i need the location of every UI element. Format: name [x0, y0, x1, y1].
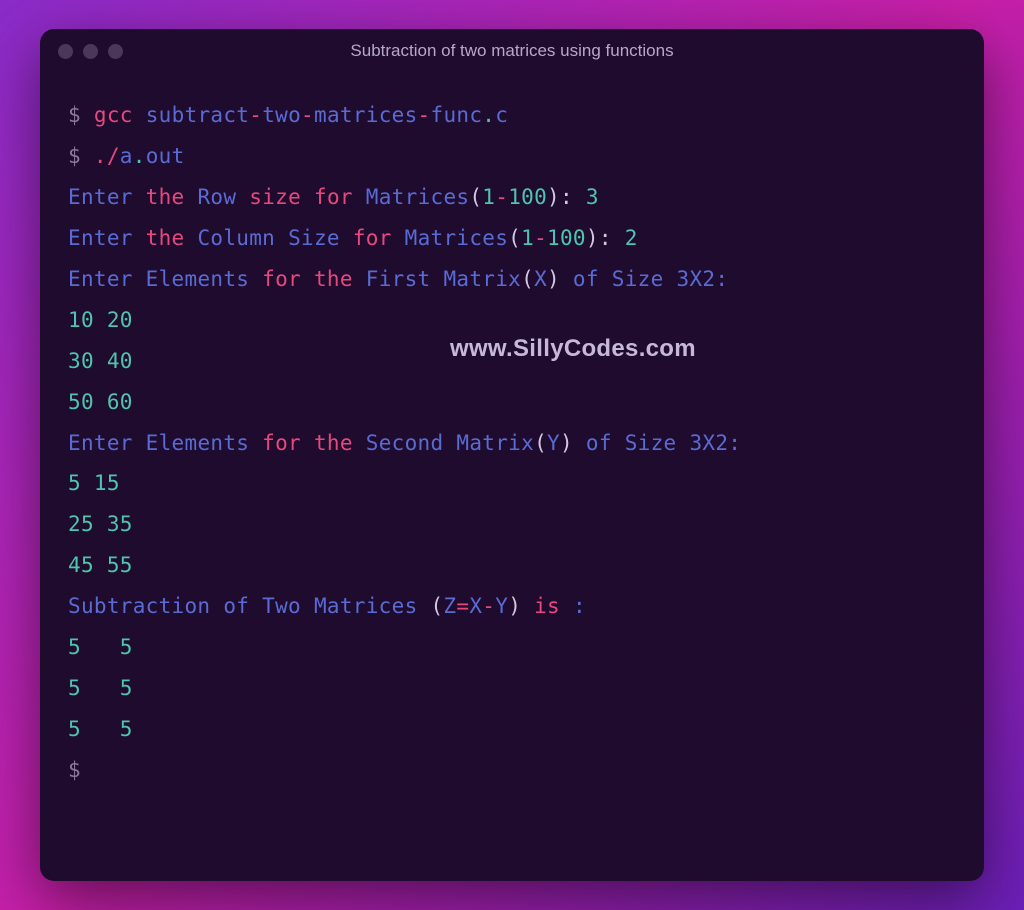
- matrix-x-row: 50 60: [68, 382, 956, 423]
- prompt-symbol: $: [68, 144, 81, 168]
- terminal-window: Subtraction of two matrices using functi…: [40, 29, 984, 881]
- prompt-symbol: $: [68, 103, 81, 127]
- title-bar: Subtraction of two matrices using functi…: [40, 29, 984, 73]
- terminal-line: Subtraction of Two Matrices (Z=X-Y) is :: [68, 586, 956, 627]
- command-gcc: gcc: [94, 103, 133, 127]
- matrix-z-row: 5 5: [68, 627, 956, 668]
- matrix-y-row: 25 35: [68, 504, 956, 545]
- column-size-input: 2: [625, 226, 638, 250]
- matrix-y-row: 5 15: [68, 463, 956, 504]
- terminal-line: Enter Elements for the Second Matrix(Y) …: [68, 423, 956, 464]
- terminal-content[interactable]: www.SillyCodes.com $ gcc subtract-two-ma…: [40, 73, 984, 881]
- terminal-line: $ gcc subtract-two-matrices-func.c: [68, 95, 956, 136]
- terminal-line: Enter the Column Size for Matrices(1-100…: [68, 218, 956, 259]
- matrix-y-row: 45 55: [68, 545, 956, 586]
- terminal-line: Enter Elements for the First Matrix(X) o…: [68, 259, 956, 300]
- matrix-z-row: 5 5: [68, 668, 956, 709]
- window-title: Subtraction of two matrices using functi…: [40, 41, 984, 61]
- maximize-icon[interactable]: [108, 44, 123, 59]
- prompt-symbol: $: [68, 758, 81, 782]
- terminal-line: $ ./a.out: [68, 136, 956, 177]
- terminal-line: $: [68, 750, 956, 791]
- traffic-lights: [58, 44, 123, 59]
- minimize-icon[interactable]: [83, 44, 98, 59]
- row-size-input: 3: [586, 185, 599, 209]
- close-icon[interactable]: [58, 44, 73, 59]
- command-run: ./: [94, 144, 120, 168]
- terminal-line: Enter the Row size for Matrices(1-100): …: [68, 177, 956, 218]
- matrix-z-row: 5 5: [68, 709, 956, 750]
- watermark: www.SillyCodes.com: [450, 326, 696, 373]
